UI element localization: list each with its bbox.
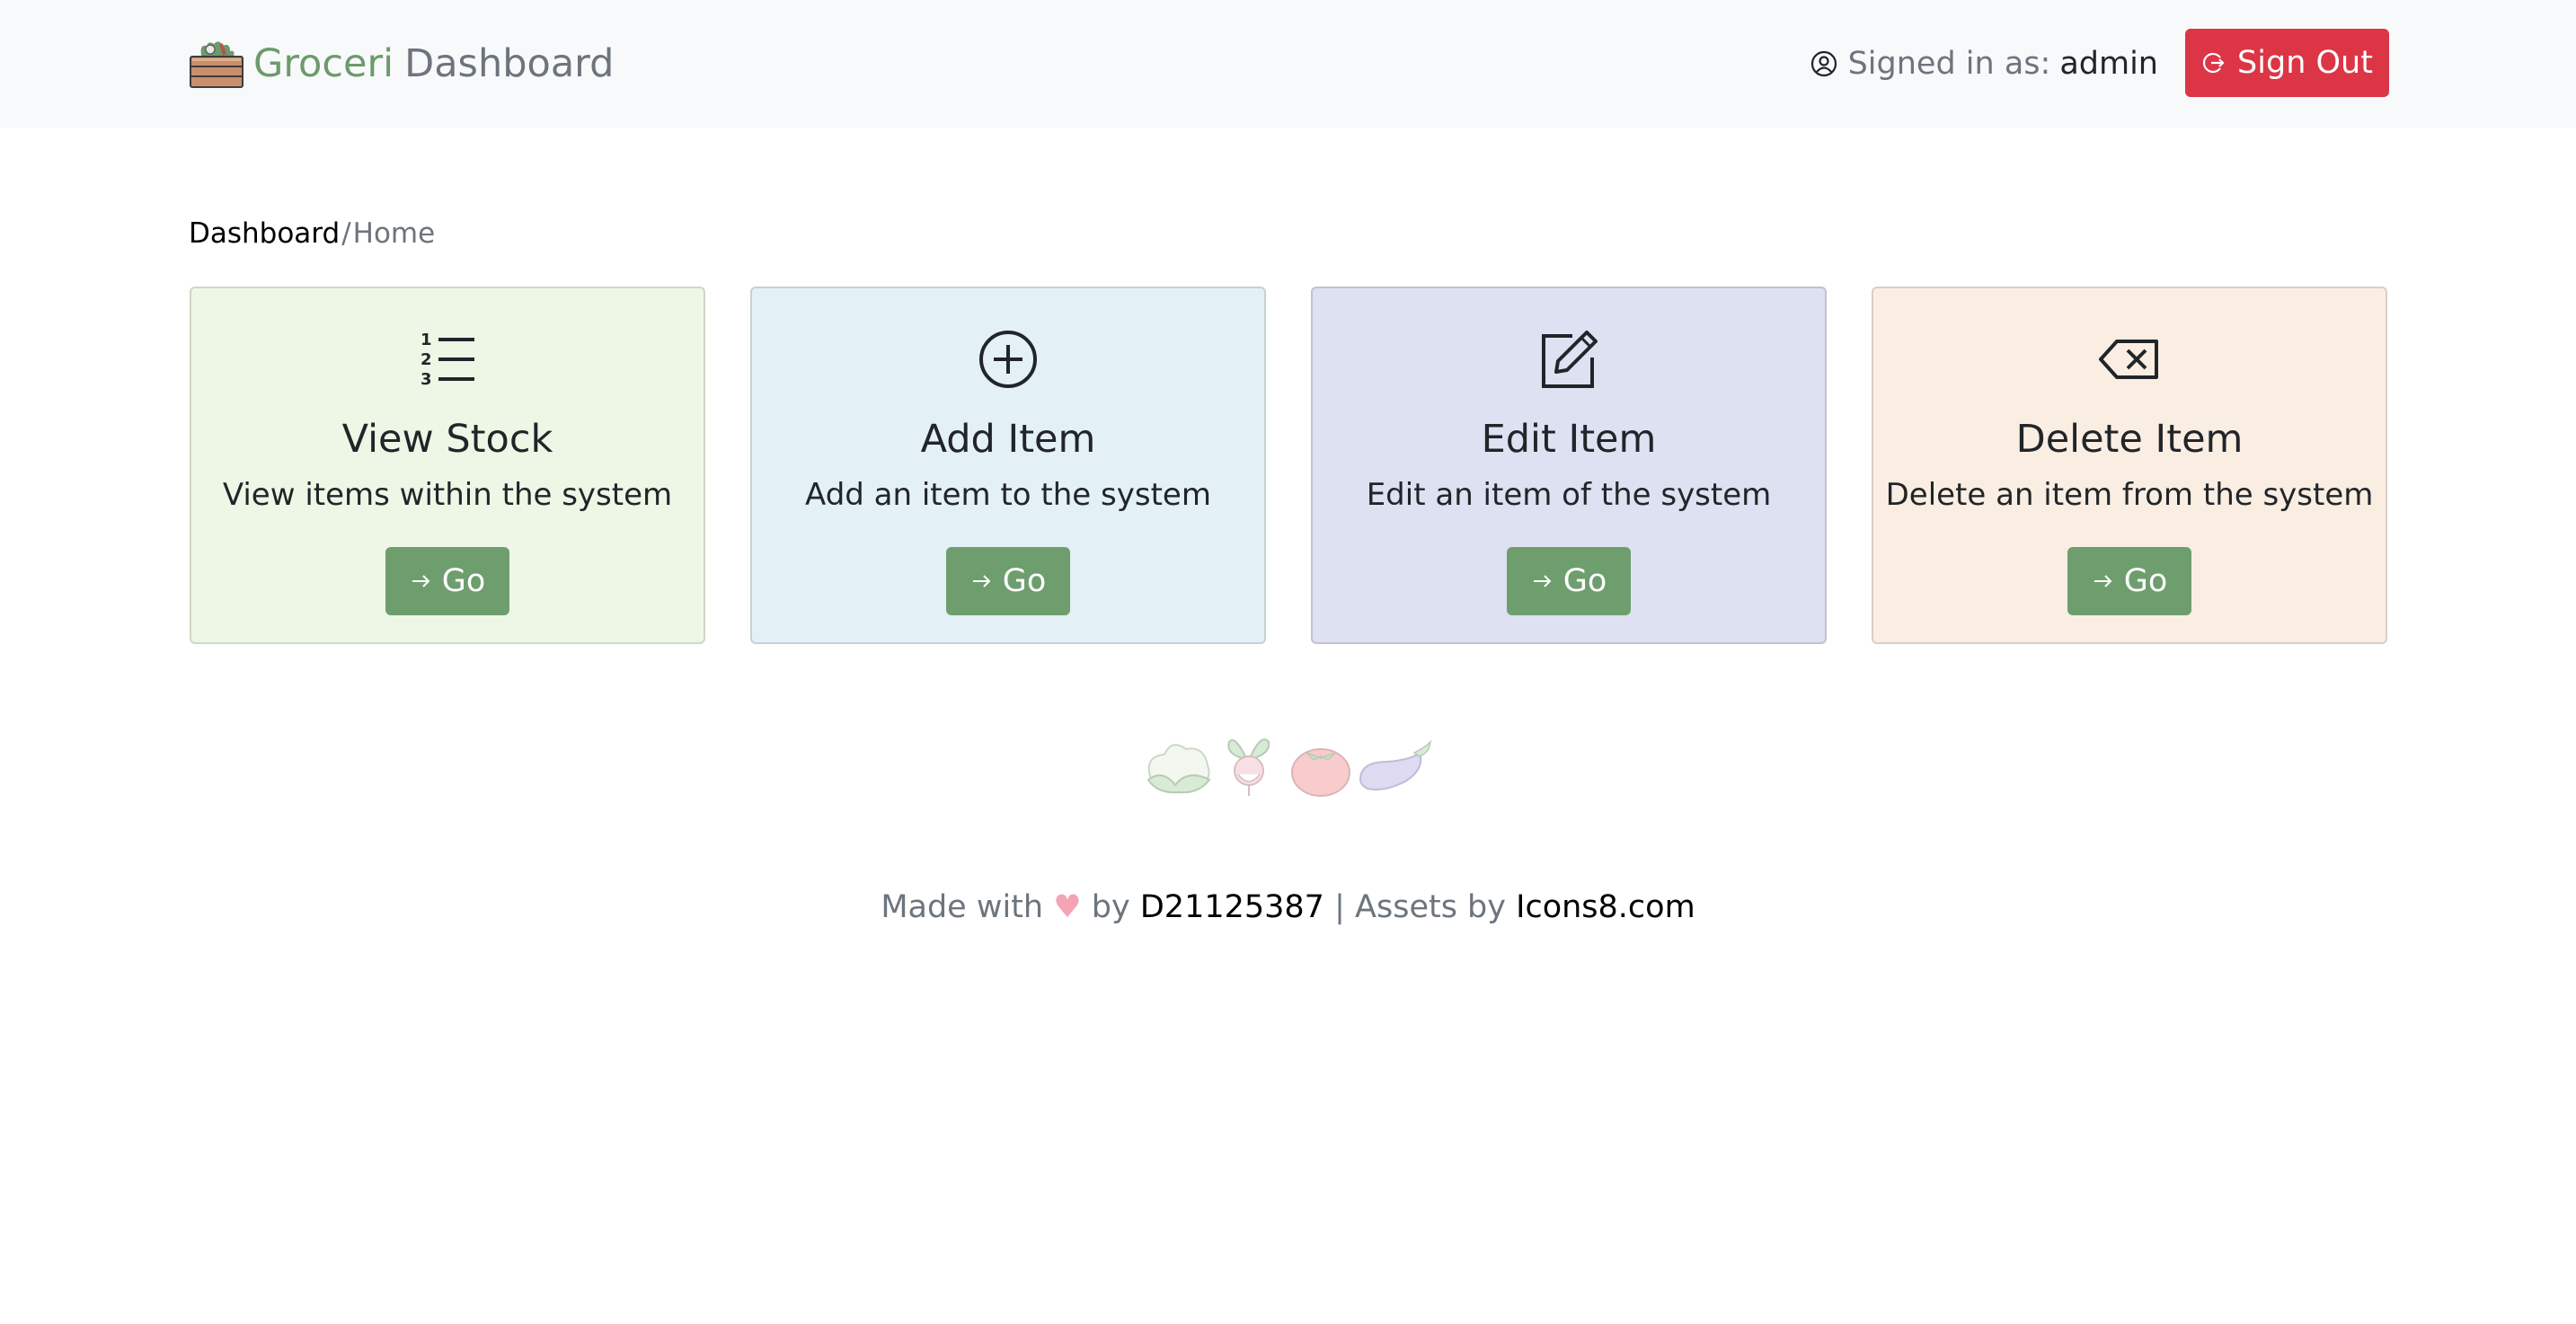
tomato-icon bbox=[1291, 748, 1350, 797]
brand-link[interactable]: Groceri Dashboard bbox=[189, 32, 614, 95]
arrow-right-icon bbox=[2094, 575, 2112, 587]
view-stock-go-button[interactable]: Go bbox=[385, 547, 509, 615]
footer-by: by bbox=[1091, 889, 1130, 925]
card-title: Edit Item bbox=[1481, 417, 1657, 462]
card-description: Edit an item of the system bbox=[1366, 477, 1772, 513]
username: admin bbox=[2059, 46, 2158, 82]
arrow-right-icon bbox=[972, 575, 991, 587]
svg-text:1: 1 bbox=[420, 331, 432, 349]
card-description: Delete an item from the system bbox=[1885, 477, 2374, 513]
footer-made-with: Made with bbox=[881, 889, 1044, 925]
backspace-icon bbox=[2099, 340, 2158, 379]
footer-divider: | bbox=[1334, 889, 1345, 925]
card-edit-item: Edit Item Edit an item of the system Go bbox=[1311, 287, 1827, 644]
icons8-link[interactable]: Icons8.com bbox=[1516, 889, 1695, 925]
go-label: Go bbox=[2123, 563, 2168, 599]
author-link[interactable]: D21125387 bbox=[1140, 889, 1324, 925]
signed-in-info: Signed in as: admin bbox=[1810, 32, 2158, 95]
svg-text:2: 2 bbox=[420, 350, 432, 369]
card-view-stock: 1 2 3 View Stock View items within the s… bbox=[190, 287, 705, 644]
vegetables-illustration bbox=[1146, 738, 1432, 797]
sign-out-button[interactable]: Sign Out bbox=[2185, 29, 2389, 97]
card-description: Add an item to the system bbox=[805, 477, 1211, 513]
svg-text:3: 3 bbox=[420, 370, 432, 389]
brand-name: Groceri bbox=[253, 41, 394, 86]
breadcrumb-separator: / bbox=[341, 217, 351, 250]
footer: Made with ♥ by D21125387 | Assets by Ico… bbox=[0, 889, 2576, 925]
eggplant-icon bbox=[1359, 739, 1432, 790]
go-label: Go bbox=[1562, 563, 1607, 599]
breadcrumb: Dashboard/Home bbox=[189, 217, 435, 250]
user-circle-icon bbox=[1810, 50, 1837, 77]
breadcrumb-dashboard-link[interactable]: Dashboard bbox=[189, 217, 340, 250]
breadcrumb-home: Home bbox=[352, 217, 436, 250]
cauliflower-icon bbox=[1146, 744, 1211, 794]
go-label: Go bbox=[1002, 563, 1047, 599]
edit-item-go-button[interactable]: Go bbox=[1507, 547, 1631, 615]
sign-out-icon bbox=[2203, 52, 2225, 74]
delete-item-go-button[interactable]: Go bbox=[2067, 547, 2191, 615]
card-delete-item: Delete Item Delete an item from the syst… bbox=[1872, 287, 2387, 644]
add-item-go-button[interactable]: Go bbox=[946, 547, 1070, 615]
card-add-item: Add Item Add an item to the system Go bbox=[750, 287, 1266, 644]
card-title: Add Item bbox=[920, 417, 1096, 462]
card-description: View items within the system bbox=[222, 477, 673, 513]
heart-icon: ♥ bbox=[1053, 889, 1082, 925]
footer-assets-by: Assets by bbox=[1355, 889, 1506, 925]
signed-in-label: Signed in as: bbox=[1847, 46, 2051, 82]
card-title: Delete Item bbox=[2015, 417, 2244, 462]
plus-circle-icon bbox=[979, 331, 1037, 388]
radish-icon bbox=[1227, 738, 1270, 796]
sign-out-label: Sign Out bbox=[2237, 45, 2373, 81]
navbar: Groceri Dashboard Signed in as: admin Si… bbox=[0, 0, 2576, 128]
card-title: View Stock bbox=[341, 417, 553, 462]
pencil-square-icon bbox=[1542, 331, 1598, 388]
grocery-crate-icon bbox=[190, 41, 243, 88]
arrow-right-icon bbox=[412, 575, 430, 587]
arrow-right-icon bbox=[1533, 575, 1552, 587]
numbered-list-icon: 1 2 3 bbox=[420, 331, 474, 389]
go-label: Go bbox=[441, 563, 486, 599]
brand-subtitle: Dashboard bbox=[404, 41, 615, 86]
